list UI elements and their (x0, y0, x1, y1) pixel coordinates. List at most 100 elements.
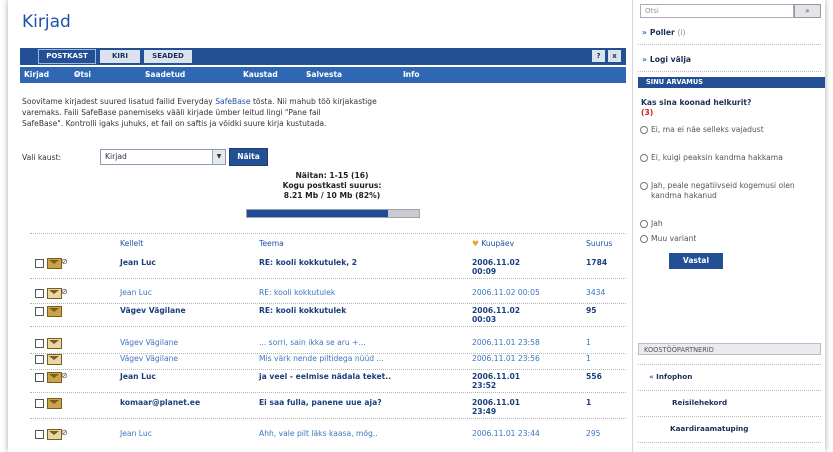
row-subject[interactable]: ... sorri, sain ikka se aru +... (259, 338, 464, 347)
chevron-down-icon: ▼ (212, 150, 225, 164)
row-subject[interactable]: ja veel - eelmise nädala teket.. (259, 372, 464, 381)
row-size: 1 (586, 338, 591, 347)
envelope-icon (47, 258, 62, 269)
row-divider (30, 369, 626, 370)
partners-header: KOOSTÖÖPARTNERID (638, 343, 821, 355)
help-button[interactable]: ? (592, 50, 605, 62)
col-header-date[interactable]: ♥ Kuupäev (472, 239, 514, 248)
logout-link[interactable]: » Logi välja (642, 55, 691, 64)
row-subject[interactable]: Mis värk nende piltidega nüüd ... (259, 354, 464, 363)
row-date: 2006.11.02 00:05 (472, 288, 540, 297)
row-date: 2006.11.02 00:03 (472, 306, 521, 324)
row-date: 2006.11.01 23:56 (472, 354, 540, 363)
row-size: 556 (586, 372, 602, 381)
partner-link-kaardiraamatuping[interactable]: Kaardiraamatuping (670, 424, 748, 433)
poll-option[interactable]: Ei, kuigi peaksin kandma hakkama (640, 153, 820, 163)
sort-star-icon: ♥ (472, 239, 479, 248)
poll-question: Kas sina koonad helkurit? (3) (641, 98, 752, 117)
envelope-icon (47, 306, 62, 317)
show-button[interactable]: Näita (229, 148, 268, 166)
row-subject[interactable]: Ahh, vale pilt läks kaasa, mög.. (259, 429, 464, 438)
attachment-icon: ⊘ (61, 257, 68, 266)
attachment-icon: ⊘ (61, 428, 68, 437)
envelope-icon (47, 338, 62, 349)
row-sender[interactable]: Jean Luc (120, 258, 156, 267)
row-checkbox[interactable] (35, 259, 44, 268)
poll-option[interactable]: Ei, ma ei näe selleks vajadust (640, 125, 820, 135)
sub-navigation: » Kirjad » Otsi kirju » Saadetud kirjad … (20, 67, 626, 95)
row-date: 2006.11.01 23:58 (472, 338, 540, 347)
browser-window: Kirjad POSTKAST KIRI SEADED ? x » Kirjad… (8, 0, 825, 452)
row-date: 2006.11.02 00:09 (472, 258, 521, 276)
row-subject[interactable]: Ei saa fulla, panene uue aja? (259, 398, 464, 407)
row-checkbox[interactable] (35, 373, 44, 382)
row-sender[interactable]: komaar@planet.ee (120, 398, 200, 407)
row-size: 1784 (586, 258, 608, 267)
row-checkbox[interactable] (35, 355, 44, 364)
quota-info: Näitan: 1-15 (16) Kogu postkasti suurus:… (282, 171, 382, 200)
page-title: Kirjad (22, 12, 71, 32)
row-subject[interactable]: RE: kooli kokkutulek (259, 288, 464, 297)
divider (638, 364, 821, 365)
tab-postkast[interactable]: POSTKAST (38, 49, 96, 64)
row-checkbox[interactable] (35, 399, 44, 408)
row-checkbox[interactable] (35, 307, 44, 316)
attachment-icon: ⊘ (61, 287, 68, 296)
radio-button[interactable] (640, 126, 648, 134)
intro-text: Soovitame kirjadest suured lisatud faili… (22, 97, 377, 128)
row-size: 3434 (586, 288, 606, 297)
column-divider (632, 0, 633, 452)
envelope-icon (47, 398, 62, 409)
radio-button[interactable] (640, 182, 648, 190)
poll-option[interactable]: Jah, peale negatiivseid kogemusi olen ka… (640, 181, 820, 200)
row-sender[interactable]: Vägev Vägilane (120, 306, 186, 315)
vote-button[interactable]: Vastal (669, 253, 723, 269)
row-date: 2006.11.01 23:52 (472, 372, 521, 390)
poll-option[interactable]: Muu variant (640, 234, 820, 244)
radio-button[interactable] (640, 154, 648, 162)
row-size: 295 (586, 429, 601, 438)
divider (638, 71, 821, 72)
search-button[interactable]: ⌕ (794, 4, 821, 18)
row-checkbox[interactable] (35, 289, 44, 298)
poll-option[interactable]: Jah (640, 219, 820, 229)
close-button[interactable]: x (608, 50, 621, 62)
envelope-icon (47, 288, 62, 299)
radio-button[interactable] (640, 220, 648, 228)
row-divider (30, 392, 626, 393)
col-header-size[interactable]: Suurus (586, 239, 612, 248)
tab-bar: POSTKAST KIRI SEADED ? x (20, 48, 626, 65)
row-divider (30, 303, 626, 304)
row-divider (30, 418, 626, 419)
quota-progress-fill (247, 210, 389, 217)
divider (638, 416, 821, 417)
row-sender[interactable]: Vägev Vägilane (120, 338, 178, 347)
col-header-subject[interactable]: Teema (259, 239, 284, 248)
tab-kiri[interactable]: KIRI (100, 50, 140, 63)
divider (638, 442, 821, 443)
partner-link-infophon[interactable]: « Infophon (649, 372, 692, 381)
user-item[interactable]: » Poller (i) (642, 28, 686, 37)
row-sender[interactable]: Jean Luc (120, 372, 156, 381)
row-checkbox[interactable] (35, 339, 44, 348)
row-sender[interactable]: Jean Luc (120, 288, 152, 297)
row-sender[interactable]: Vägev Vägilane (120, 354, 178, 363)
row-date: 2006.11.01 23:49 (472, 398, 521, 416)
row-divider (30, 278, 626, 279)
folder-label: Vali kaust: (22, 153, 62, 162)
row-size: 1 (586, 398, 592, 407)
row-subject[interactable]: RE: kooli kokkutulek (259, 306, 464, 315)
tab-seaded[interactable]: SEADED (144, 50, 192, 63)
radio-button[interactable] (640, 235, 648, 243)
col-header-sender[interactable]: Kellelt (120, 239, 143, 248)
safebase-link[interactable]: SafeBase (215, 97, 250, 106)
divider (638, 44, 821, 45)
folder-select[interactable]: Kirjad ▼ (100, 149, 226, 165)
search-input[interactable]: Otsi (640, 4, 794, 18)
row-subject[interactable]: RE: kooli kokkutulek, 2 (259, 258, 464, 267)
partner-link-reisilehekord[interactable]: Reisilehekord (672, 398, 727, 407)
quota-progress-bar (246, 209, 420, 218)
row-sender[interactable]: Jean Luc (120, 429, 152, 438)
row-checkbox[interactable] (35, 430, 44, 439)
divider (30, 233, 626, 234)
